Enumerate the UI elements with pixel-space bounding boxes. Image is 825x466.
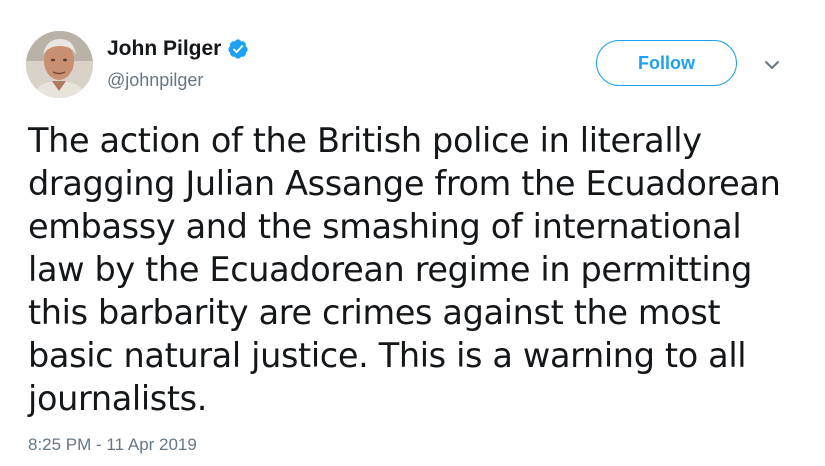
avatar-photo (26, 31, 93, 98)
author-name-row: John Pilger (107, 36, 249, 62)
author-avatar[interactable] (26, 31, 93, 98)
author-handle[interactable]: @johnpilger (107, 70, 203, 91)
tweet-text-line: embassy and the smashing of internationa… (28, 207, 742, 246)
verified-badge-icon (227, 38, 249, 60)
tweet-text-line: journalists. (28, 379, 208, 418)
author-display-name[interactable]: John Pilger (107, 37, 221, 61)
chevron-down-icon[interactable] (760, 53, 784, 77)
tweet-text-line: dragging Julian Assange from the Ecuador… (28, 164, 781, 203)
follow-button[interactable]: Follow (596, 40, 737, 86)
tweet-text-line: law by the Ecuadorean regime in permitti… (28, 250, 753, 289)
tweet-text-line: this barbarity are crimes against the mo… (28, 293, 721, 332)
tweet-timestamp[interactable]: 8:25 PM - 11 Apr 2019 (28, 435, 197, 455)
tweet-text-line: basic natural justice. This is a warning… (28, 336, 747, 375)
tweet-card: John Pilger @johnpilger Follow The actio… (0, 0, 825, 466)
tweet-text-line: The action of the British police in lite… (28, 121, 702, 160)
tweet-text: The action of the British police in lite… (28, 119, 808, 420)
